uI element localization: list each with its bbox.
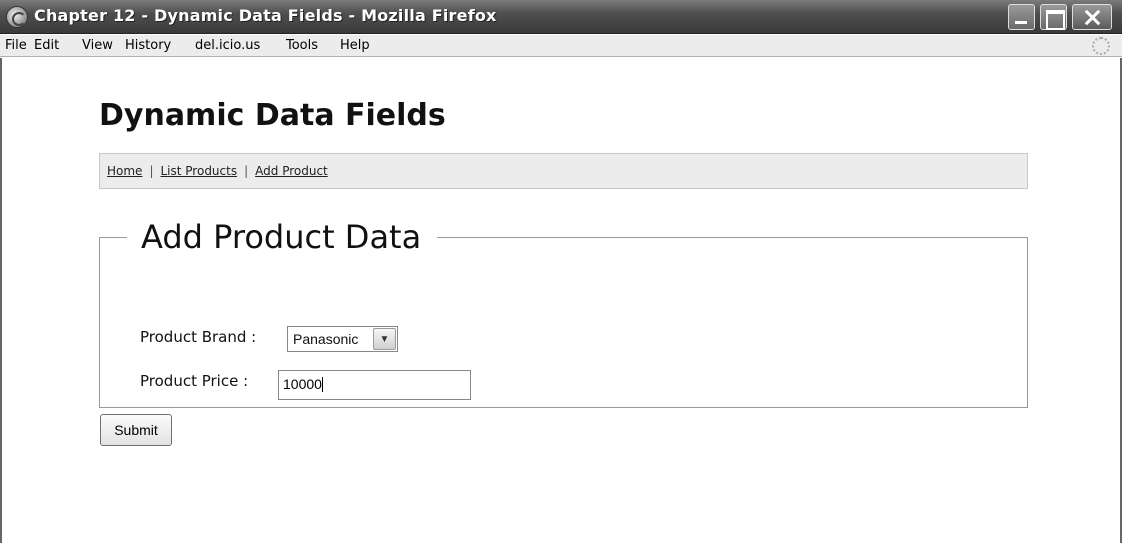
menu-tools[interactable]: Tools [286,38,318,53]
menu-help[interactable]: Help [340,38,370,53]
close-button[interactable] [1072,4,1112,30]
firefox-icon [6,6,28,28]
menu-edit[interactable]: Edit [34,38,59,53]
text-caret [321,377,323,392]
nav-link-add-product[interactable]: Add Product [255,164,328,178]
menu-bar: File Edit View History del.icio.us Tools… [0,35,1122,57]
window-title: Chapter 12 - Dynamic Data Fields - Mozil… [34,6,497,25]
chevron-down-icon[interactable]: ▼ [373,328,396,350]
nav-link-home[interactable]: Home [107,164,142,178]
price-input[interactable]: 10000 [278,370,471,400]
minimize-button[interactable] [1008,4,1035,30]
brand-label: Product Brand : [140,328,257,346]
form-legend: Add Product Data [141,218,422,256]
add-product-fieldset: Add Product Data Product Brand : Panason… [99,218,1028,408]
window-titlebar: Chapter 12 - Dynamic Data Fields - Mozil… [0,0,1122,34]
menu-delicious[interactable]: del.icio.us [195,38,260,53]
menu-file[interactable]: File [5,38,27,53]
submit-button[interactable]: Submit [100,414,172,446]
nav-separator: | [244,164,249,178]
nav-separator: | [149,164,154,178]
page-title: Dynamic Data Fields [99,98,446,133]
maximize-button[interactable] [1040,4,1067,30]
breadcrumb-nav: Home | List Products | Add Product [99,153,1028,189]
page-content: Dynamic Data Fields Home | List Products | A… [0,58,1122,543]
brand-selected-value: Panasonic [293,331,359,347]
menu-view[interactable]: View [82,38,113,53]
brand-select[interactable]: Panasonic ▼ [287,326,398,352]
price-value: 10000 [283,376,322,392]
throbber-icon [1092,37,1110,55]
menu-history[interactable]: History [125,38,171,53]
nav-link-list-products[interactable]: List Products [160,164,237,178]
price-label: Product Price : [140,372,249,390]
